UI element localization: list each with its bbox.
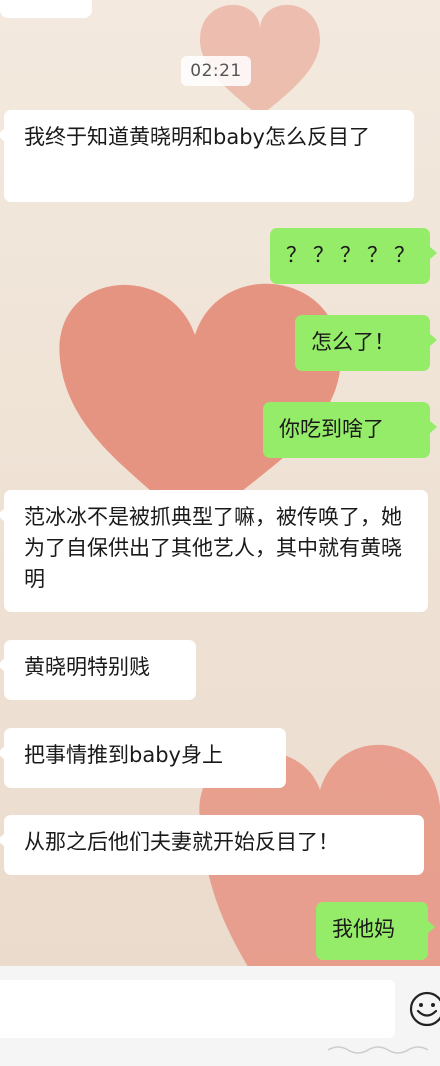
message-bubble-outgoing[interactable]: 怎么了！ <box>295 315 437 371</box>
chat-area[interactable]: 02:21 我终于知道黄晓明和baby怎么反目了 ？？？？？ 怎么了！ 你吃到啥… <box>0 0 440 966</box>
message-bubble-outgoing[interactable]: 你吃到啥了 <box>263 402 437 458</box>
message-bubble-outgoing[interactable]: ？？？？？ <box>270 228 437 284</box>
smiley-face-icon[interactable] <box>408 990 440 1028</box>
message-bubble-incoming[interactable]: 把事情推到baby身上 <box>0 728 286 788</box>
message-bubble-incoming[interactable]: 范冰冰不是被抓典型了嘛，被传唤了，她为了自保供出了其他艺人，其中就有黄晓明 <box>0 490 428 612</box>
message-bubble-incoming[interactable]: 我终于知道黄晓明和baby怎么反目了 <box>0 110 414 202</box>
previous-message-stub <box>0 0 92 18</box>
timestamp: 02:21 <box>181 56 251 86</box>
watermark-decoration <box>328 1046 428 1054</box>
message-bubble-incoming[interactable]: 黄晓明特别贱 <box>0 640 196 700</box>
message-bubble-outgoing[interactable]: 我他妈 <box>316 902 435 960</box>
message-input[interactable] <box>0 980 395 1038</box>
message-bubble-incoming[interactable]: 从那之后他们夫妻就开始反目了！ <box>0 815 424 875</box>
